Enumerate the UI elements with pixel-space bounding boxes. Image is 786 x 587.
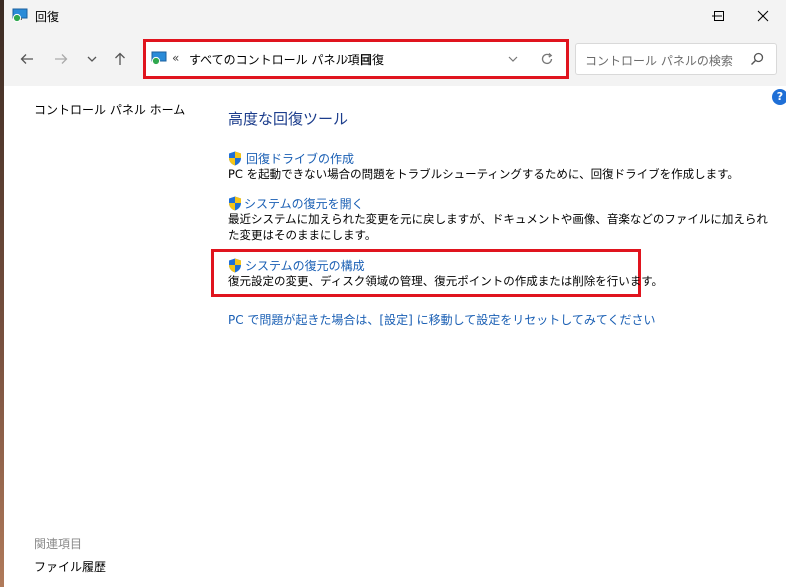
- control-panel-window: 回復 « すべてのコントロール パネル項目 › 回復 コントロール パネルの検索…: [4, 0, 786, 587]
- recovery-app-icon: [12, 8, 28, 22]
- search-placeholder: コントロール パネルの検索: [585, 54, 733, 68]
- address-bar[interactable]: « すべてのコントロール パネル項目 › 回復: [144, 40, 568, 78]
- recovery-location-icon: [151, 51, 167, 65]
- chevron-down-icon: [87, 56, 97, 62]
- up-button[interactable]: [109, 48, 131, 70]
- forward-button[interactable]: [50, 48, 72, 70]
- address-dropdown-chevron-icon[interactable]: [507, 54, 519, 64]
- search-box[interactable]: コントロール パネルの検索: [575, 43, 777, 75]
- help-icon[interactable]: ?: [772, 89, 786, 105]
- refresh-icon[interactable]: [540, 52, 554, 66]
- search-icon[interactable]: [750, 52, 764, 66]
- create-recovery-drive-link[interactable]: 回復ドライブの作成: [246, 150, 354, 167]
- page-heading: 高度な回復ツール: [228, 110, 349, 128]
- open-system-restore-link[interactable]: システムの復元を開く: [244, 195, 364, 212]
- arrow-up-icon: [115, 52, 125, 65]
- window-title: 回復: [35, 10, 60, 24]
- breadcrumb-recovery[interactable]: 回復: [360, 51, 384, 68]
- back-button[interactable]: [16, 48, 38, 70]
- maximize-button[interactable]: [696, 0, 742, 32]
- arrow-left-icon: [20, 54, 33, 64]
- reset-pc-settings-link[interactable]: PC で問題が起きた場合は、[設定] に移動して設定をリセットしてみてください: [228, 311, 656, 328]
- uac-shield-icon: [229, 151, 241, 166]
- related-section-title: 関連項目: [34, 537, 83, 551]
- navigation-toolbar: « すべてのコントロール パネル項目 › 回復 コントロール パネルの検索: [4, 32, 786, 86]
- file-history-link[interactable]: ファイル履歴: [34, 558, 106, 575]
- uac-shield-icon: [229, 258, 241, 273]
- uac-shield-icon: [229, 196, 241, 211]
- open-system-restore-description: 最近システムに加えられた変更を元に戻しますが、ドキュメントや画像、音楽などのファ…: [228, 212, 768, 242]
- close-icon: [757, 10, 769, 22]
- breadcrumb-overflow[interactable]: «: [172, 51, 179, 65]
- create-recovery-drive-description: PC を起動できない場合の問題をトラブルシューティングするために、回復ドライブを…: [228, 167, 739, 181]
- configure-system-restore-link[interactable]: システムの復元の構成: [245, 257, 365, 274]
- configure-system-restore-description: 復元設定の変更、ディスク領域の管理、復元ポイントの作成または削除を行います。: [228, 274, 664, 288]
- arrow-right-icon: [55, 54, 68, 64]
- maximize-icon: [714, 11, 724, 21]
- recent-locations-button[interactable]: [81, 48, 103, 70]
- control-panel-home-link[interactable]: コントロール パネル ホーム: [34, 101, 185, 118]
- title-bar: 回復: [4, 0, 786, 32]
- close-button[interactable]: [740, 0, 786, 32]
- breadcrumb-separator: ›: [344, 51, 349, 65]
